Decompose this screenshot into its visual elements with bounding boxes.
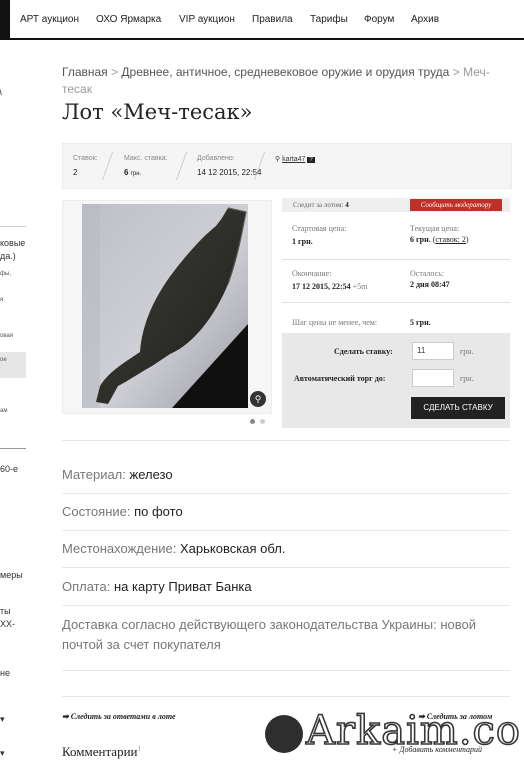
sidebar-fragment[interactable]: 60-е — [0, 464, 18, 474]
bid-label: Сделать ставку: — [334, 347, 393, 356]
bid-input[interactable]: 11 — [412, 342, 454, 360]
comments-heading: Комментарии1 — [62, 744, 141, 759]
currency-label: грн. — [460, 374, 474, 383]
sidebar-fragment[interactable]: XX- — [0, 619, 15, 629]
zoom-icon[interactable]: ⚲ — [250, 391, 266, 407]
seller-link[interactable]: ⚲ karta47 ? — [275, 155, 315, 163]
carousel-dot[interactable] — [260, 419, 265, 424]
breadcrumb-separator: > — [452, 65, 460, 79]
sidebar-fragment[interactable]: ты — [0, 606, 11, 616]
carousel-dot-active[interactable] — [250, 419, 255, 424]
breadcrumb-home[interactable]: Главная — [62, 65, 108, 79]
breadcrumb: Главная > Древнее, античное, средневеков… — [62, 64, 502, 98]
sidebar-divider — [0, 448, 26, 449]
currency-label: грн. — [460, 347, 474, 356]
attribute-divider — [62, 493, 510, 494]
auto-bid-label: Автоматический торг до: — [294, 374, 386, 383]
attribute-payment: Оплата: на карту Приват Банка — [62, 579, 252, 594]
current-price-label: Текущая цена: — [410, 224, 460, 233]
start-price-value: 1 грн. — [292, 237, 313, 246]
sidebar-fragment[interactable]: я — [0, 297, 3, 303]
end-label: Окончание: — [292, 269, 332, 278]
breadcrumb-separator: > — [111, 65, 119, 79]
sidebar-caret: \ — [0, 87, 2, 98]
attribute-divider — [62, 605, 510, 606]
nav-item-oxo-fair[interactable]: ОХО Ярмарка — [96, 14, 161, 25]
sidebar-arrow-icon[interactable]: ▾ — [0, 748, 5, 759]
end-value: 17 12 2015, 22:54 +5m — [292, 282, 368, 291]
step-value: 5 грн. — [410, 318, 431, 327]
stats-divider — [175, 152, 188, 180]
watermark-logo — [265, 715, 303, 753]
nav-item-vip-auction[interactable]: VIP аукцион — [179, 14, 235, 25]
nav-active-item[interactable] — [0, 0, 10, 38]
sidebar-fragment[interactable]: овая — [0, 333, 13, 339]
page-title: Лот «Меч-тесак» — [62, 100, 253, 124]
comments-count: 1 — [137, 744, 141, 753]
stats-divider — [101, 152, 114, 180]
added-label: Добавлено: — [197, 155, 235, 162]
help-icon[interactable]: ? — [307, 157, 315, 163]
follow-answers-link[interactable]: ➡ Следить за ответами в лоте — [62, 712, 176, 721]
sidebar-fragment[interactable]: да.) — [0, 251, 16, 261]
section-divider — [62, 696, 510, 697]
sidebar-fragment[interactable]: фы, — [0, 271, 11, 277]
nav-item-rules[interactable]: Правила — [252, 14, 293, 25]
attribute-location: Местонахождение: Харьковская обл. — [62, 541, 286, 556]
lot-stats-bar: Ставок: 2 Макс. ставка: 6 грн. Добавлено… — [62, 143, 512, 189]
attribute-condition: Состояние: по фото — [62, 504, 183, 519]
step-label: Шаг цены не менее, чем: — [292, 318, 378, 327]
left-sidebar: \ ковые да.) фы, я овая ое ам 60-е меры … — [0, 40, 30, 768]
breadcrumb-category[interactable]: Древнее, античное, средневековое оружие … — [121, 65, 449, 79]
sidebar-arrow-icon[interactable]: ▾ — [0, 714, 5, 725]
place-bid-button[interactable]: СДЕЛАТЬ СТАВКУ — [411, 397, 505, 419]
attribute-delivery: Доставка согласно действующего законодат… — [62, 617, 477, 652]
sidebar-fragment[interactable]: ковые — [0, 238, 25, 248]
time-left-value: 2 дня 08:47 — [410, 280, 450, 289]
sidebar-fragment[interactable]: меры — [0, 570, 23, 580]
sidebar-fragment[interactable]: ое — [0, 357, 7, 363]
sidebar-fragment[interactable]: ам — [0, 408, 7, 414]
time-left-label: Осталось: — [410, 269, 445, 278]
sidebar-fragment[interactable]: не — [0, 668, 10, 678]
sidebar-highlight — [0, 352, 26, 378]
user-icon: ⚲ — [275, 156, 281, 163]
auto-bid-input[interactable] — [412, 369, 454, 387]
attribute-divider — [62, 567, 510, 568]
top-navigation: АРТ аукцион ОХО Ярмарка VIP аукцион Прав… — [0, 0, 524, 40]
attribute-material: Материал: железо — [62, 467, 173, 482]
attribute-divider — [62, 530, 510, 531]
info-divider — [282, 259, 510, 260]
section-divider — [62, 440, 510, 441]
watermark-text: Arkaim.co — [305, 707, 522, 755]
max-bid-label: Макс. ставка: — [124, 155, 168, 162]
nav-item-archive[interactable]: Архив — [411, 14, 439, 25]
added-value: 14 12 2015, 22:54 — [197, 168, 262, 177]
bids-value: 2 — [73, 168, 78, 177]
info-divider — [282, 302, 510, 303]
lot-photo[interactable] — [82, 204, 248, 408]
current-price-value: 6 грн. (ставок: 2) — [410, 235, 469, 244]
start-price-label: Стартовая цена: — [292, 224, 347, 233]
max-bid-value: 6 грн. — [124, 168, 142, 177]
nav-item-tariffs[interactable]: Тарифы — [310, 14, 348, 25]
bids-link[interactable]: ставок: 2 — [435, 235, 466, 244]
bids-label: Ставок: — [73, 155, 98, 162]
attribute-divider — [62, 670, 510, 671]
nav-item-forum[interactable]: Форум — [364, 14, 394, 25]
nav-item-art-auction[interactable]: АРТ аукцион — [20, 14, 79, 25]
sidebar-divider — [0, 226, 26, 227]
